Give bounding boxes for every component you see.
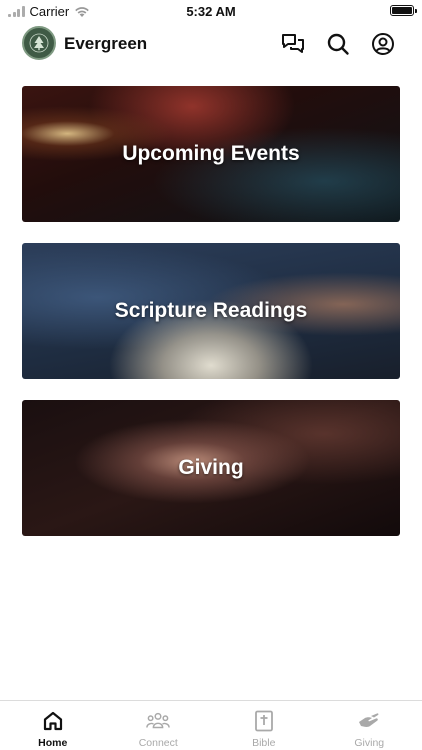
people-icon [146,710,171,732]
search-icon [327,33,349,55]
bottom-tab-bar: Home Connect Bible Giving [0,700,422,750]
tab-label: Connect [138,737,178,749]
tab-label: Bible [252,737,276,749]
status-bar: Carrier 5:32 AM [0,0,422,22]
messages-button[interactable] [280,31,306,57]
giving-hand-icon [357,710,381,732]
bible-icon [252,710,276,732]
status-time: 5:32 AM [186,4,236,19]
tab-connect[interactable]: Connect [106,701,212,750]
card-title: Scripture Readings [114,299,308,322]
card-title: Upcoming Events [122,142,300,165]
scripture-readings-card[interactable]: Scripture Readings [22,243,400,379]
upcoming-events-card[interactable]: Upcoming Events [22,86,400,222]
tab-label: Home [38,737,68,749]
profile-icon [372,33,394,55]
tab-giving[interactable]: Giving [317,701,422,750]
card-title: Giving [178,456,244,479]
search-button[interactable] [325,31,351,57]
app-title: Evergreen [64,34,148,53]
tab-bible[interactable]: Bible [211,701,317,750]
tab-label: Giving [354,737,385,749]
app-header: Evergreen [0,22,422,66]
tree-logo-icon [29,33,49,53]
profile-button[interactable] [370,31,396,57]
home-icon [41,710,65,732]
giving-card[interactable]: Giving [22,400,400,536]
tab-home[interactable]: Home [0,701,106,750]
church-logo[interactable] [22,26,56,60]
battery-icon [390,5,417,16]
chat-icon [282,34,304,53]
